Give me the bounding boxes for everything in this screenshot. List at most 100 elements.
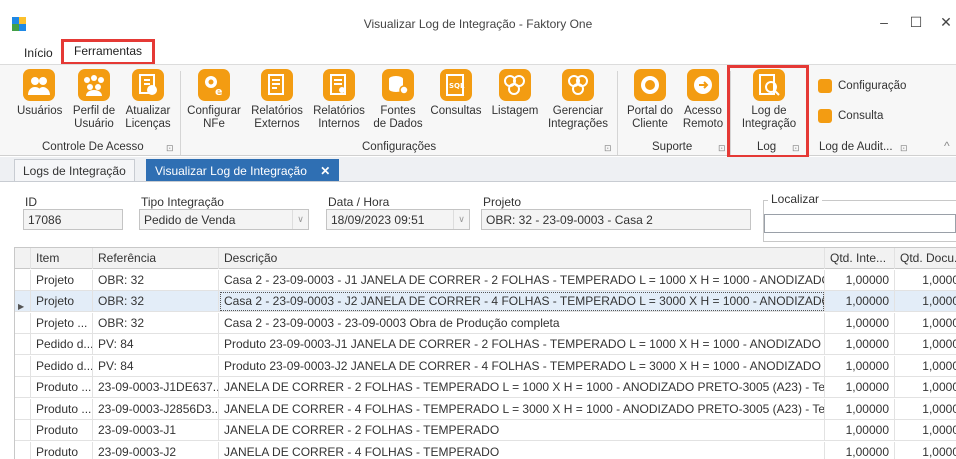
cell-qtd-documento[interactable]: 1,0000 [895,270,956,291]
selected-row-marker-icon: ▶ [18,302,25,311]
cell-qtd-integrada[interactable]: 1,00000 [825,377,895,398]
cell-item[interactable]: Produto ... [31,377,93,398]
table-row[interactable]: Produto 23-09-0003-J2 JANELA DE CORRER - 4… [15,441,956,459]
menu-tab-inicio[interactable]: Início [24,46,53,60]
configurar-label-1: Configurar [187,105,241,117]
maximize-button[interactable]: ☐ [906,14,926,31]
cell-qtd-integrada[interactable]: 1,00000 [825,334,895,355]
portal-cliente-button[interactable]: Portal do Cliente [624,69,676,131]
table-row[interactable]: Pedido d... PV: 84 Produto 23-09-0003-J2 J… [15,355,956,377]
column-header-item[interactable]: Item [31,248,93,269]
table-row[interactable]: Projeto OBR: 32 Casa 2 - 23-09-0003 - J1 J… [15,269,956,291]
id-field[interactable]: 17086 [23,209,123,230]
config-launcher-icon[interactable]: ⊡ [604,143,612,154]
table-row[interactable]: ▶ Projeto OBR: 32 Casa 2 - 23-09-0003 - J2 … [15,291,956,312]
cell-qtd-integrada[interactable]: 1,00000 [825,420,895,441]
perfil-usuario-button[interactable]: Perfil de Usuário [70,69,118,131]
table-row[interactable]: Produto ... 23-09-0003-J2856D3... JANELA D… [15,398,956,420]
cell-referencia[interactable]: 23-09-0003-J2 [93,441,219,459]
cell-descricao[interactable]: Casa 2 - 23-09-0003 - 23-09-0003 Obra de… [219,312,825,334]
minimize-button[interactable]: – [874,14,894,30]
chevron-down-icon[interactable]: ∨ [292,210,308,229]
cell-qtd-integrada[interactable]: 1,00000 [825,441,895,459]
table-row[interactable]: Pedido d... PV: 84 Produto 23-09-0003-J1 J… [15,334,956,355]
cell-qtd-integrada[interactable]: 1,00000 [825,291,895,312]
projeto-field[interactable]: OBR: 32 - 23-09-0003 - Casa 2 [481,209,751,230]
cell-item[interactable]: Projeto [31,269,93,291]
atualizar-licencas-button[interactable]: Atualizar Licenças [123,69,173,131]
row-indicator: ▶ [15,291,31,312]
cell-descricao[interactable]: JANELA DE CORRER - 4 FOLHAS - TEMPERADO [219,441,825,459]
localizar-input[interactable] [764,214,956,233]
cell-qtd-documento[interactable]: 1,0000 [895,291,956,312]
cell-qtd-integrada[interactable]: 1,00000 [825,398,895,420]
usuarios-button[interactable]: Usuários [17,69,62,118]
consultas-button[interactable]: SQL Consultas [429,69,483,118]
cell-referencia[interactable]: PV: 84 [93,334,219,355]
cell-qtd-documento[interactable]: 1,0000 [895,420,956,441]
cell-qtd-documento[interactable]: 1,0000 [895,356,956,377]
table-row[interactable]: Projeto ... OBR: 32 Casa 2 - 23-09-0003 - … [15,312,956,334]
calendar-dropdown-icon[interactable]: ∨ [453,210,469,229]
cell-descricao[interactable]: JANELA DE CORRER - 2 FOLHAS - TEMPERADO [219,420,825,441]
portal-label-2: Cliente [632,118,668,130]
cell-item[interactable]: Projeto [31,291,93,312]
cell-qtd-integrada[interactable]: 1,00000 [825,269,895,291]
fontes-dados-button[interactable]: Fontes de Dados [373,69,423,131]
configurar-nfe-button[interactable]: e Configurar NFe [187,69,241,131]
relatorios-externos-button[interactable]: Relatórios Externos [250,69,304,131]
cell-item[interactable]: Produto ... [31,398,93,420]
suporte-launcher-icon[interactable]: ⊡ [718,143,726,154]
cell-referencia[interactable]: PV: 84 [93,355,219,377]
audit-launcher-icon[interactable]: ⊡ [900,143,908,154]
tab-visualizar-log[interactable]: Visualizar Log de Integração ✕ [146,159,340,181]
listagem-button[interactable]: Listagem [490,69,540,118]
acesso-remoto-button[interactable]: Acesso Remoto [680,69,726,131]
table-row[interactable]: Produto ... 23-09-0003-J1DE637... JANELA D… [15,377,956,398]
cell-qtd-documento[interactable]: 1,0000 [895,399,956,420]
cell-item[interactable]: Pedido d... [31,334,93,355]
table-row[interactable]: Produto 23-09-0003-J1 JANELA DE CORRER - 2… [15,420,956,441]
group-label-audit: Log de Audit... [819,141,893,153]
close-window-button[interactable]: ✕ [936,14,956,31]
gerenciar-integracoes-button[interactable]: Gerenciar Integrações [546,69,610,131]
cell-item[interactable]: Produto [31,420,93,441]
data-hora-field[interactable]: 18/09/2023 09:51 ∨ [326,209,470,230]
close-tab-icon[interactable]: ✕ [320,164,330,178]
cell-item[interactable]: Produto [31,441,93,459]
cell-referencia[interactable]: 23-09-0003-J2856D3... [93,398,219,420]
cell-descricao[interactable]: Produto 23-09-0003-J1 JANELA DE CORRER -… [219,334,825,355]
column-header-qtd-integrada[interactable]: Qtd. Inte... [825,248,895,269]
column-header-referencia[interactable]: Referência [93,248,219,269]
cell-descricao[interactable]: Casa 2 - 23-09-0003 - J1 JANELA DE CORRE… [219,269,825,291]
id-label: ID [25,195,37,209]
cell-referencia[interactable]: 23-09-0003-J1DE637... [93,377,219,398]
cell-descricao[interactable]: JANELA DE CORRER - 4 FOLHAS - TEMPERADO … [219,398,825,420]
cell-descricao[interactable]: Produto 23-09-0003-J2 JANELA DE CORRER -… [219,355,825,377]
cell-qtd-documento[interactable]: 1,0000 [895,334,956,355]
document-tabs: Logs de Integração Visualizar Log de Int… [0,157,956,182]
consulta-button[interactable]: Consulta [818,109,883,123]
cell-item[interactable]: Projeto ... [31,312,93,334]
cell-qtd-documento[interactable]: 1,0000 [895,313,956,334]
relatorios-internos-button[interactable]: Relatórios Internos [312,69,366,131]
cell-qtd-integrada[interactable]: 1,00000 [825,312,895,334]
cell-referencia[interactable]: 23-09-0003-J1 [93,420,219,441]
column-header-descricao[interactable]: Descrição [219,248,825,269]
tab-logs-integracao[interactable]: Logs de Integração [14,159,135,181]
collapse-ribbon-icon[interactable]: ^ [944,139,950,153]
cell-descricao[interactable]: Casa 2 - 23-09-0003 - J2 JANELA DE CORRE… [219,291,825,312]
cell-descricao[interactable]: JANELA DE CORRER - 2 FOLHAS - TEMPERADO … [219,377,825,398]
cell-referencia[interactable]: OBR: 32 [93,291,219,312]
column-header-qtd-documento[interactable]: Qtd. Docu... [895,248,956,269]
controle-launcher-icon[interactable]: ⊡ [166,143,174,154]
cell-referencia[interactable]: OBR: 32 [93,269,219,291]
cell-qtd-integrada[interactable]: 1,00000 [825,355,895,377]
menu-tab-ferramentas[interactable]: Ferramentas [61,39,156,65]
tipo-integracao-combo[interactable]: Pedido de Venda ∨ [139,209,309,230]
cell-qtd-documento[interactable]: 1,0000 [895,442,956,459]
configuracao-button[interactable]: Configuração [818,79,906,93]
cell-referencia[interactable]: OBR: 32 [93,312,219,334]
cell-item[interactable]: Pedido d... [31,355,93,377]
cell-qtd-documento[interactable]: 1,0000 [895,377,956,398]
